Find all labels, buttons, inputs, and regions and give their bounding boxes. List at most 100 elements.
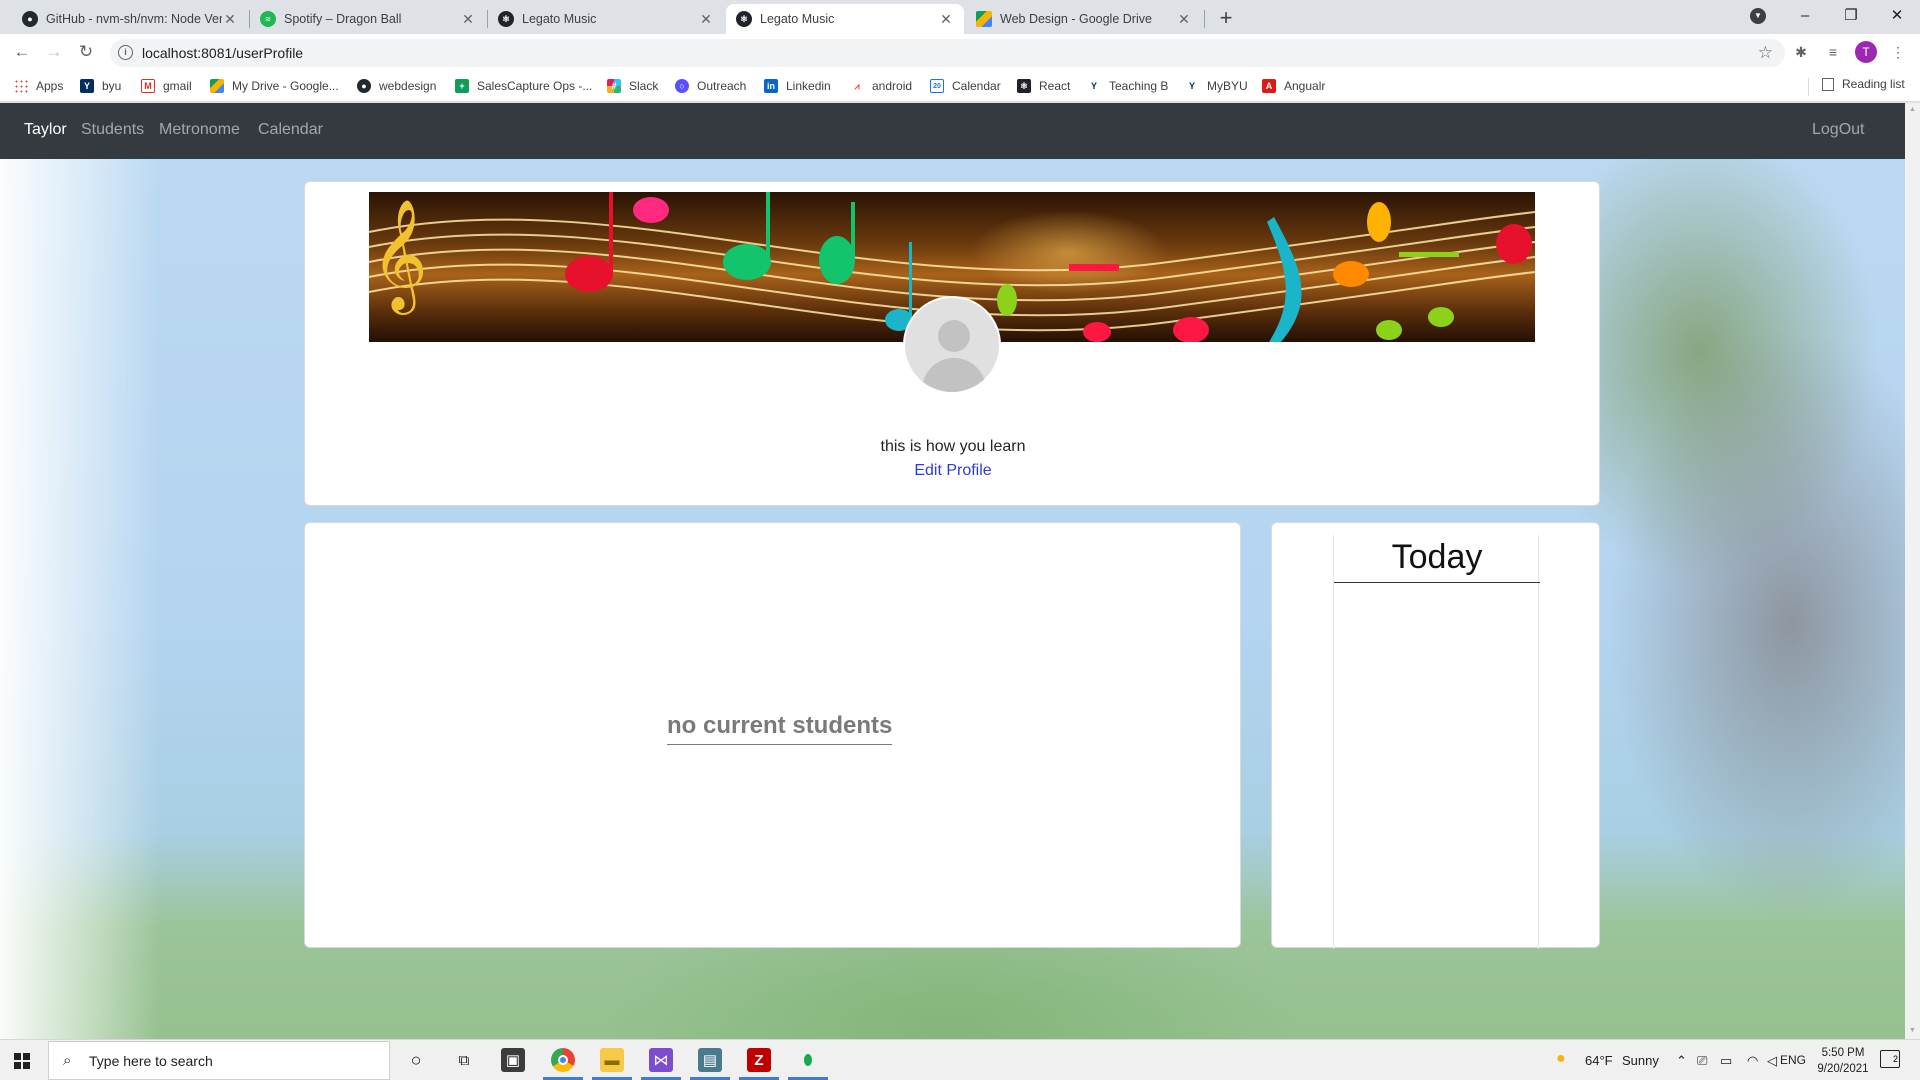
bookmark-label: Calendar xyxy=(952,79,1001,93)
bookmark-salescapture[interactable]: + SalesCapture Ops -... xyxy=(455,77,592,95)
nav-brand[interactable]: Taylor xyxy=(24,121,67,139)
site-info-icon[interactable]: i xyxy=(118,45,133,60)
new-tab-button[interactable]: + xyxy=(1213,6,1239,32)
menu-icon[interactable]: ⋮ xyxy=(1888,42,1908,62)
media-queue-icon[interactable]: ≡ xyxy=(1823,42,1843,62)
avatar-placeholder-icon[interactable] xyxy=(903,296,1001,394)
bookmark-slack[interactable]: # Slack xyxy=(607,77,658,95)
page-scrollbar[interactable]: ▲ ▼ xyxy=(1905,103,1920,1039)
apps-grid-icon xyxy=(14,79,28,93)
mongodb-icon[interactable]: ⬮ xyxy=(796,1048,820,1072)
address-bar[interactable]: i localhost:8081/userProfile ☆ xyxy=(110,39,1785,67)
reload-icon[interactable]: ↻ xyxy=(74,40,98,64)
search-icon: ⌕ xyxy=(63,1052,72,1069)
reading-list-label: Reading list xyxy=(1842,77,1905,91)
bookmark-my-drive[interactable]: My Drive - Google... xyxy=(210,77,339,95)
browser-tab[interactable]: ≈ Spotify – Dragon Ball ✕ xyxy=(250,4,486,34)
bookmark-byu[interactable]: Y byu xyxy=(80,77,121,95)
battery-icon[interactable]: ▭ xyxy=(1720,1053,1732,1069)
back-icon[interactable]: ← xyxy=(10,40,34,64)
bookmark-teaching-b[interactable]: Y Teaching B xyxy=(1087,77,1168,95)
filezilla-icon[interactable]: Z xyxy=(747,1048,771,1072)
url-text[interactable]: localhost:8081/userProfile xyxy=(142,45,303,61)
meet-now-icon[interactable]: ⎚ xyxy=(1697,1053,1707,1069)
tab-search-icon[interactable]: ▼ xyxy=(1750,8,1766,24)
edit-profile-link-text[interactable]: Edit Profile xyxy=(914,462,991,479)
bookmark-label: android xyxy=(872,79,913,93)
volume-icon[interactable]: ◁ xyxy=(1767,1053,1777,1069)
profile-card: 𝄞 this is how you learn Edit Profile xyxy=(304,181,1600,506)
linkedin-icon: in xyxy=(764,79,778,93)
bookmark-label: Linkedin xyxy=(786,79,831,93)
bookmark-label: Slack xyxy=(629,79,659,93)
close-icon[interactable]: ✕ xyxy=(698,11,714,28)
weather-sun-icon[interactable]: ● xyxy=(1556,1050,1566,1068)
notification-count: 2 xyxy=(1892,1054,1898,1064)
avatar-head xyxy=(938,320,970,352)
weather-text[interactable]: Sunny xyxy=(1622,1053,1659,1068)
google-drive-icon xyxy=(210,79,224,93)
bookmark-gmail[interactable]: M gmail xyxy=(141,77,192,95)
browser-tab-active[interactable]: ⚛ Legato Music ✕ xyxy=(726,4,964,34)
bookmark-angualr[interactable]: A Angualr xyxy=(1262,77,1325,95)
browser-tab[interactable]: ● GitHub - nvm-sh/nvm: Node Ver ✕ xyxy=(12,4,248,34)
nav-link-students[interactable]: Students xyxy=(81,121,144,139)
close-icon[interactable]: ✕ xyxy=(938,11,954,28)
close-icon[interactable]: ✕ xyxy=(460,11,476,28)
bookmark-android[interactable]: ⩘ android xyxy=(850,77,912,95)
bookmark-label: gmail xyxy=(163,79,192,93)
close-window-button[interactable]: ✕ xyxy=(1874,4,1920,28)
byu-icon: Y xyxy=(80,79,94,93)
nav-link-calendar[interactable]: Calendar xyxy=(258,121,323,139)
language-indicator[interactable]: ENG xyxy=(1780,1053,1806,1067)
file-explorer-icon[interactable]: ▬ xyxy=(600,1048,624,1072)
taskbar-search-placeholder: Type here to search xyxy=(89,1053,213,1069)
browser-toolbar: ← → ↻ i localhost:8081/userProfile ☆ ✱ ≡… xyxy=(0,34,1920,70)
terminal-icon[interactable]: ▤ xyxy=(698,1048,722,1072)
visual-studio-icon[interactable]: ⋈ xyxy=(649,1048,673,1072)
minimize-button[interactable]: – xyxy=(1782,4,1828,28)
browser-tab-strip: ● GitHub - nvm-sh/nvm: Node Ver ✕ ≈ Spot… xyxy=(0,0,1920,34)
bookmark-calendar[interactable]: 20 Calendar xyxy=(930,77,1001,95)
bookmark-webdesign[interactable]: ● webdesign xyxy=(357,77,436,95)
tray-chevron-icon[interactable]: ⌃ xyxy=(1676,1053,1687,1069)
cortana-icon[interactable]: ○ xyxy=(404,1048,428,1072)
reading-list-button[interactable]: Reading list xyxy=(1822,77,1905,91)
restore-button[interactable]: ❐ xyxy=(1828,4,1874,28)
bookmark-outreach[interactable]: ○ Outreach xyxy=(675,77,746,95)
windows-start-icon[interactable] xyxy=(14,1053,30,1069)
browser-tab[interactable]: Web Design - Google Drive ✕ xyxy=(966,4,1202,34)
task-view-icon[interactable]: ⧉ xyxy=(452,1048,476,1072)
bookmark-divider xyxy=(1808,78,1809,96)
bookmark-linkedin[interactable]: in Linkedin xyxy=(764,77,831,95)
angular-icon: A xyxy=(1262,79,1276,93)
bookmark-label: SalesCapture Ops -... xyxy=(477,79,593,93)
logout-link[interactable]: LogOut xyxy=(1812,121,1864,139)
github-icon: ● xyxy=(357,79,371,93)
wifi-icon[interactable]: ◠ xyxy=(1747,1053,1758,1069)
profile-avatar[interactable]: T xyxy=(1855,41,1877,63)
close-icon[interactable]: ✕ xyxy=(1176,11,1192,28)
scroll-up-icon[interactable]: ▲ xyxy=(1909,106,1916,113)
chrome-icon[interactable] xyxy=(551,1048,575,1072)
avatar-body xyxy=(922,358,986,392)
extensions-icon[interactable]: ✱ xyxy=(1791,42,1811,62)
nav-link-metronome[interactable]: Metronome xyxy=(159,121,240,139)
browser-tab[interactable]: ⚛ Legato Music ✕ xyxy=(488,4,724,34)
store-icon[interactable]: ▣ xyxy=(501,1048,525,1072)
close-icon[interactable]: ✕ xyxy=(222,11,238,28)
notification-center-icon[interactable]: 2 xyxy=(1880,1050,1900,1068)
outreach-icon: ○ xyxy=(675,79,689,93)
bookmark-mybyu[interactable]: Y MyBYU xyxy=(1185,77,1248,95)
taskbar-clock[interactable]: 5:50 PM 9/20/2021 xyxy=(1808,1045,1878,1077)
weather-temp[interactable]: 64°F xyxy=(1585,1053,1613,1068)
taskbar-search-box[interactable]: ⌕ Type here to search xyxy=(48,1041,390,1080)
forward-icon[interactable]: → xyxy=(42,40,66,64)
sheets-icon: + xyxy=(455,79,469,93)
tab-title: Web Design - Google Drive xyxy=(1000,12,1152,26)
bookmark-react[interactable]: ⚛ React xyxy=(1017,77,1070,95)
bookmark-apps[interactable]: Apps xyxy=(14,77,63,95)
bookmark-star-icon[interactable]: ☆ xyxy=(1758,43,1773,63)
scroll-down-icon[interactable]: ▼ xyxy=(1909,1027,1916,1034)
react-icon: ⚛ xyxy=(498,11,514,27)
